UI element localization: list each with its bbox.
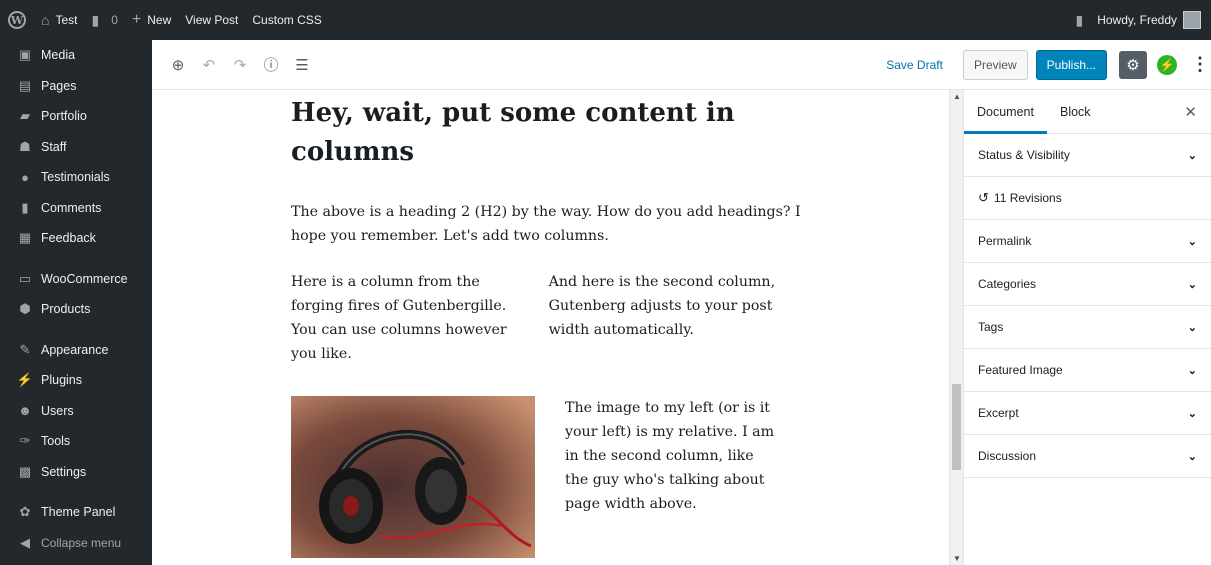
- panel-permalink[interactable]: Permalink ⌄: [964, 220, 1211, 263]
- products-icon: ⬢: [19, 301, 31, 317]
- undo-icon[interactable]: ↶: [195, 51, 223, 79]
- menu-item-pages[interactable]: ▤ Pages: [0, 71, 152, 102]
- panel-revisions[interactable]: ↺ 11 Revisions: [964, 177, 1211, 220]
- staff-icon: ☗: [19, 138, 31, 154]
- column-4[interactable]: The image to my left (or is it your left…: [565, 396, 778, 558]
- admin-menu: ▣ Media ▤ Pages ▰ Portfolio ☗ Staff ● Testimo…: [0, 40, 152, 565]
- scroll-up-icon[interactable]: ▲: [953, 92, 961, 101]
- menu-item-portfolio[interactable]: ▰ Portfolio: [0, 101, 152, 132]
- tools-icon: ✑: [19, 433, 31, 449]
- menu-item-users[interactable]: ☻ Users: [0, 396, 152, 427]
- pages-icon: ▤: [18, 77, 32, 93]
- portfolio-icon: ▰: [20, 108, 30, 124]
- site-name-link[interactable]: ⌂ Test: [34, 0, 84, 40]
- heading-block[interactable]: Hey, wait, put some content in columns: [291, 94, 771, 172]
- plugins-icon: ⚡: [16, 372, 34, 388]
- theme-panel-icon: ✿: [19, 504, 31, 520]
- view-post-link[interactable]: View Post: [178, 0, 245, 40]
- menu-item-feedback[interactable]: ▦ Feedback: [0, 223, 152, 254]
- testimonials-icon: ●: [21, 169, 29, 185]
- add-block-icon[interactable]: ⊕: [164, 51, 192, 79]
- paragraph-block[interactable]: The above is a heading 2 (H2) by the way…: [291, 200, 811, 248]
- menu-item-media[interactable]: ▣ Media: [0, 40, 152, 71]
- menu-item-settings[interactable]: ▩ Settings: [0, 457, 152, 488]
- chevron-down-icon: ⌄: [1187, 149, 1197, 162]
- comments-count: 0: [111, 13, 118, 27]
- post-content: Hey, wait, put some content in columns T…: [291, 90, 811, 558]
- chevron-down-icon: ⌄: [1187, 450, 1197, 463]
- tab-block[interactable]: Block: [1047, 90, 1104, 134]
- media-icon: ▣: [18, 47, 32, 63]
- columns-block-2[interactable]: The image to my left (or is it your left…: [291, 396, 811, 558]
- chevron-down-icon: ⌄: [1187, 407, 1197, 420]
- scroll-thumb[interactable]: [952, 384, 961, 470]
- column-3[interactable]: [291, 396, 535, 558]
- feedback-icon: ▦: [18, 230, 32, 246]
- revisions-clock-icon: ↺: [978, 190, 989, 205]
- comments-icon: ▮: [21, 199, 29, 215]
- publish-button[interactable]: Publish...: [1035, 49, 1107, 80]
- panel-excerpt[interactable]: Excerpt ⌄: [964, 392, 1211, 435]
- chevron-down-icon: ⌄: [1187, 235, 1197, 248]
- menu-item-comments[interactable]: ▮ Comments: [0, 193, 152, 224]
- menu-item-products[interactable]: ⬢ Products: [0, 294, 152, 325]
- canvas-scrollbar[interactable]: ▲ ▼: [949, 90, 963, 565]
- custom-css-link[interactable]: Custom CSS: [245, 0, 328, 40]
- panel-categories[interactable]: Categories ⌄: [964, 263, 1211, 306]
- new-content-link[interactable]: + New: [125, 0, 178, 40]
- menu-item-appearance[interactable]: ✎ Appearance: [0, 335, 152, 366]
- scroll-down-icon[interactable]: ▼: [953, 554, 961, 563]
- settings-gear-icon[interactable]: ⚙: [1119, 50, 1147, 79]
- menu-item-tools[interactable]: ✑ Tools: [0, 426, 152, 457]
- woocommerce-icon: ▭: [18, 270, 32, 286]
- avatar: [1183, 11, 1201, 29]
- column-2[interactable]: And here is the second column, Gutenberg…: [549, 270, 778, 366]
- editor-canvas: Hey, wait, put some content in columns T…: [152, 90, 949, 565]
- comment-bubble-icon: ▮: [91, 11, 100, 28]
- chevron-down-icon: ⌄: [1187, 364, 1197, 377]
- save-draft-button[interactable]: Save Draft: [886, 58, 943, 72]
- jetpack-icon[interactable]: ⚡: [1157, 54, 1177, 75]
- redo-icon[interactable]: ↷: [226, 51, 254, 79]
- sidebar-tabs: Document Block ✕: [964, 90, 1211, 134]
- preview-button[interactable]: Preview: [962, 49, 1028, 80]
- menu-item-plugins[interactable]: ⚡ Plugins: [0, 365, 152, 396]
- menu-item-woocommerce[interactable]: ▭ WooCommerce: [0, 264, 152, 295]
- tab-document[interactable]: Document: [964, 90, 1047, 134]
- column-1[interactable]: Here is a column from the forging fires …: [291, 270, 516, 366]
- info-icon[interactable]: ⓘ: [257, 51, 285, 79]
- close-icon[interactable]: ✕: [1184, 103, 1197, 121]
- collapse-icon: ◀: [20, 534, 30, 550]
- columns-block[interactable]: Here is a column from the forging fires …: [291, 270, 811, 366]
- home-icon: ⌂: [41, 12, 50, 28]
- menu-item-theme-panel[interactable]: ✿ Theme Panel: [0, 497, 152, 528]
- menu-item-staff[interactable]: ☗ Staff: [0, 132, 152, 163]
- notification-icon[interactable]: ▮: [1068, 0, 1090, 40]
- block-navigation-icon[interactable]: ☰: [288, 51, 316, 79]
- panel-featured-image[interactable]: Featured Image ⌄: [964, 349, 1211, 392]
- appearance-icon: ✎: [19, 341, 31, 357]
- chevron-down-icon: ⌄: [1187, 321, 1197, 334]
- collapse-menu-button[interactable]: ◀ Collapse menu: [0, 528, 152, 559]
- panel-tags[interactable]: Tags ⌄: [964, 306, 1211, 349]
- editor-toolbar: ⊕ ↶ ↷ ⓘ ☰ Save Draft Preview Publish... …: [152, 40, 1211, 90]
- comments-link[interactable]: ▮ 0: [84, 0, 124, 40]
- users-icon: ☻: [18, 403, 32, 419]
- settings-icon: ▩: [18, 463, 32, 479]
- headphones-image[interactable]: [291, 396, 535, 558]
- admin-bar: W ⌂ Test ▮ 0 + New View Post Custom CSS ▮ H…: [0, 0, 1211, 40]
- settings-sidebar: Document Block ✕ Status & Visibility ⌄ ↺ 1…: [963, 90, 1211, 565]
- menu-item-testimonials[interactable]: ● Testimonials: [0, 162, 152, 193]
- panel-status-visibility[interactable]: Status & Visibility ⌄: [964, 134, 1211, 177]
- chevron-down-icon: ⌄: [1187, 278, 1197, 291]
- plus-icon: +: [131, 11, 142, 28]
- wordpress-logo-icon[interactable]: W: [0, 0, 34, 40]
- panel-discussion[interactable]: Discussion ⌄: [964, 435, 1211, 478]
- more-options-icon[interactable]: ⋮: [1191, 54, 1209, 75]
- my-account-link[interactable]: Howdy, Freddy: [1090, 0, 1211, 40]
